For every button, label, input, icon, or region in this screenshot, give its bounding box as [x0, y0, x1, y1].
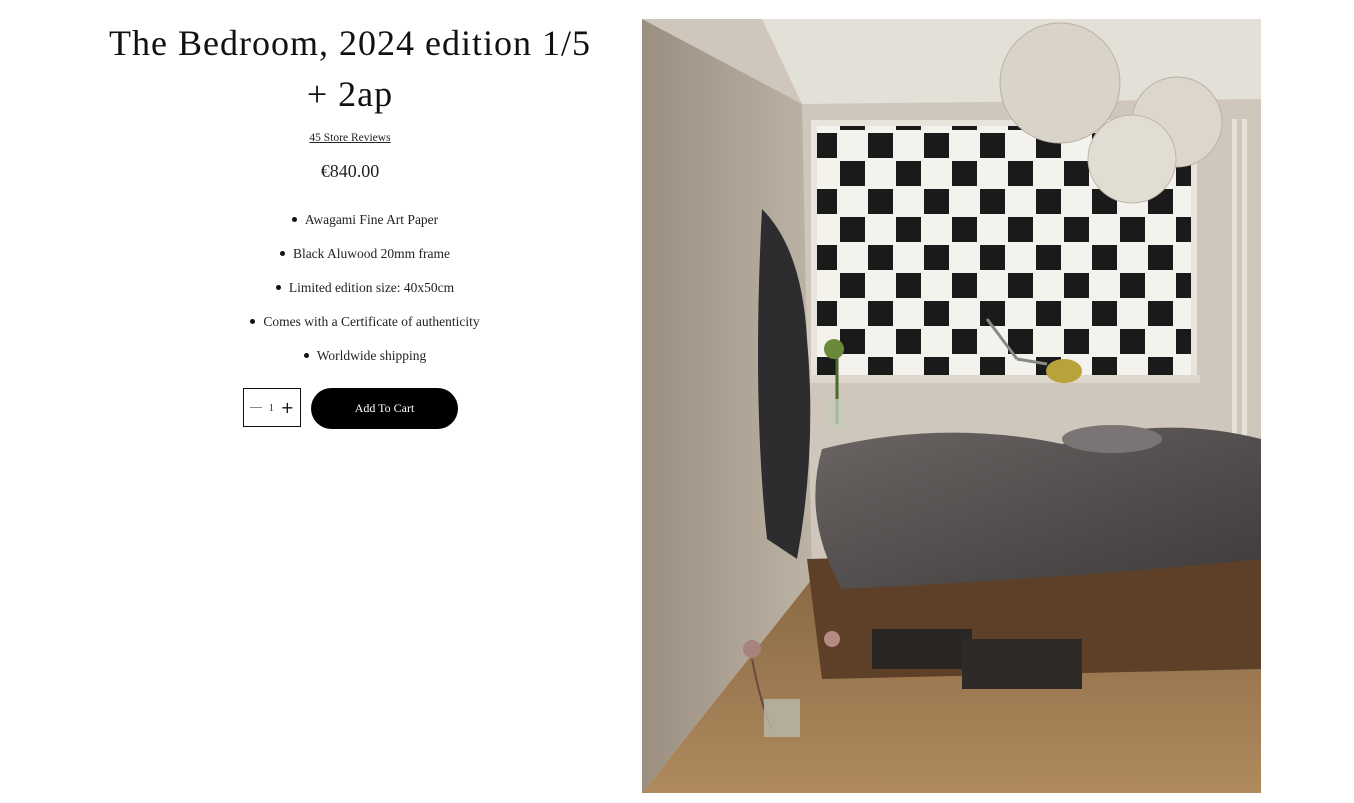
feature-item: Awagami Fine Art Paper	[0, 206, 730, 240]
feature-text: Worldwide shipping	[316, 348, 427, 363]
feature-text: Awagami Fine Art Paper	[304, 212, 439, 227]
bullet-dot-icon	[275, 285, 281, 291]
product-image[interactable]	[642, 19, 1261, 793]
feature-item: Limited edition size: 40x50cm	[0, 274, 730, 308]
bullet-dot-icon	[250, 319, 256, 325]
bullet-dot-icon	[291, 217, 297, 223]
feature-text: Comes with a Certificate of authenticity	[263, 314, 480, 329]
minus-icon[interactable]	[250, 407, 262, 408]
product-price: €840.00	[320, 161, 380, 181]
feature-item: Comes with a Certificate of authenticity	[0, 308, 730, 342]
quantity-value[interactable]: 1	[269, 402, 275, 414]
bullet-dot-icon	[279, 251, 285, 257]
feature-item: Black Aluwood 20mm frame	[0, 240, 730, 274]
feature-list: Awagami Fine Art Paper Black Aluwood 20m…	[0, 206, 730, 376]
feature-text: Black Aluwood 20mm frame	[292, 246, 451, 261]
plus-icon[interactable]: +	[281, 399, 294, 416]
feature-text: Limited edition size: 40x50cm	[288, 280, 455, 295]
feature-item: Worldwide shipping	[0, 342, 730, 376]
store-reviews-link[interactable]: 45 Store Reviews	[0, 132, 700, 144]
product-title: The Bedroom, 2024 edition 1/5 + 2ap	[109, 23, 591, 114]
quantity-stepper[interactable]: 1 +	[243, 388, 301, 427]
bullet-dot-icon	[303, 353, 309, 359]
bedroom-photo	[642, 19, 1261, 793]
add-to-cart-button[interactable]: Add To Cart	[311, 388, 458, 429]
